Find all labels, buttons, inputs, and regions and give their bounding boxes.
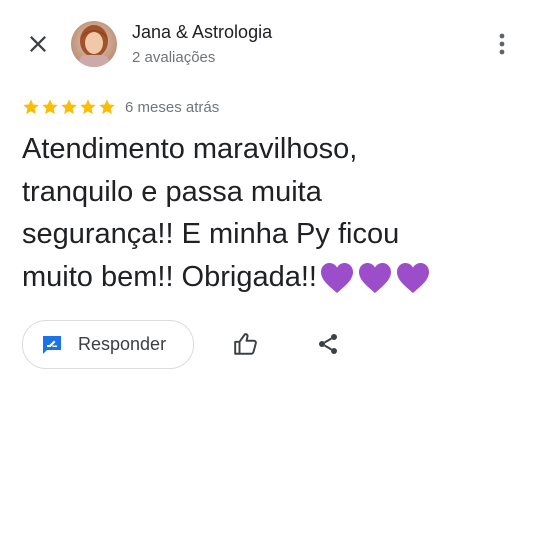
share-button[interactable] <box>312 328 344 360</box>
star-icon <box>61 99 77 115</box>
star-icon <box>99 99 115 115</box>
purple-heart-icon <box>320 262 353 293</box>
thumb-up-icon <box>234 333 257 355</box>
like-button[interactable] <box>230 328 262 360</box>
star-icon <box>23 99 39 115</box>
author-name[interactable]: Jana & Astrologia <box>132 22 272 43</box>
rating-row: 6 meses atrás <box>22 96 219 118</box>
share-icon <box>319 334 337 354</box>
reply-label: Responder <box>78 334 167 354</box>
review-time: 6 meses atrás <box>125 98 220 116</box>
star-icon <box>42 99 58 115</box>
close-button[interactable] <box>22 28 54 60</box>
review-text-line: tranquilo e passa muita <box>22 175 322 208</box>
avatar-image <box>71 21 117 67</box>
reply-button[interactable]: Responder <box>22 320 194 369</box>
review-page: Jana & Astrologia 2 avaliações 6 meses a… <box>0 0 538 539</box>
star-rating <box>22 98 117 116</box>
star-icon <box>80 99 96 115</box>
review-text-line: Atendimento maravilhoso, <box>22 133 358 165</box>
purple-heart-icon <box>358 262 391 293</box>
review-text-line: muito bem!! Obrigada!! <box>22 260 317 293</box>
author-review-count: 2 avaliações <box>132 49 216 66</box>
review-header: Jana & Astrologia 2 avaliações <box>0 0 538 90</box>
purple-heart-icon <box>396 262 429 293</box>
review-text-line-last: muito bem!! Obrigada!! <box>22 256 522 299</box>
review-text-line: segurança!! E minha Py ficou <box>22 218 400 250</box>
more-options-button[interactable] <box>488 28 516 60</box>
reply-icon <box>43 335 61 354</box>
close-icon <box>30 36 46 52</box>
avatar[interactable] <box>71 21 117 67</box>
more-vert-icon <box>499 33 505 55</box>
review-text: Atendimento maravilhoso, tranquilo e pas… <box>22 128 522 298</box>
purple-heart-emojis <box>319 261 433 295</box>
review-actions: Responder <box>22 320 522 369</box>
